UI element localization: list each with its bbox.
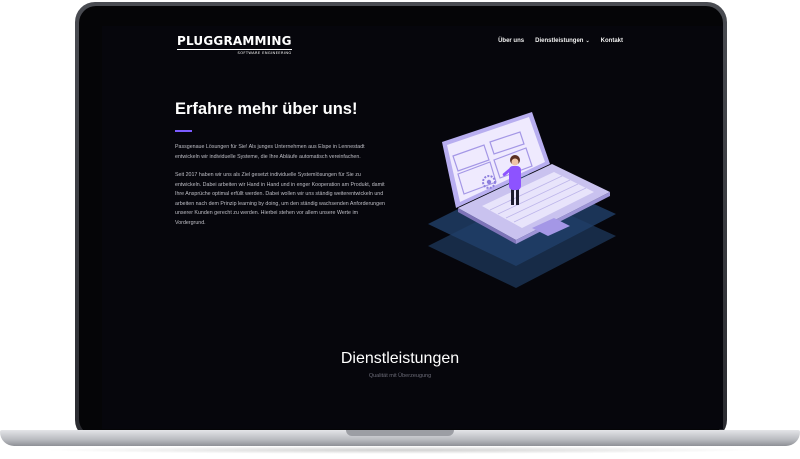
nav-item-ueber-uns[interactable]: Über uns [498,38,524,44]
nav-item-dienstleistungen-label: Dienstleistungen [535,38,584,44]
about-paragraph-1: Passgenaue Lösungen für Sie! Als junges … [175,144,365,160]
about-title: Erfahre mehr über uns! [175,100,358,118]
site-logo[interactable]: PLUGGRAMMING SOFTWARE ENGINEERING [177,34,292,56]
about-paragraph-2: Seit 2017 haben wir uns als Ziel gesetzt… [175,172,385,226]
main-nav: Über uns Dienstleistungen ⌄ Kontakt [498,38,623,44]
title-divider [175,130,192,132]
chevron-down-icon: ⌄ [585,38,590,44]
laptop-notch [346,430,454,436]
services-subtitle: Qualität mit Überzeugung [368,373,432,379]
logo-subtitle: SOFTWARE ENGINEERING [237,51,292,55]
services-title: Dienstleistungen [340,350,460,367]
laptop-illustration [428,112,616,288]
logo-text: PLUGGRAMMING [177,34,292,50]
laptop-shadow [40,446,760,454]
nav-item-dienstleistungen[interactable]: Dienstleistungen ⌄ [535,38,590,44]
browser-screen: PLUGGRAMMING SOFTWARE ENGINEERING Über u… [102,26,723,429]
nav-item-kontakt[interactable]: Kontakt [601,38,623,44]
